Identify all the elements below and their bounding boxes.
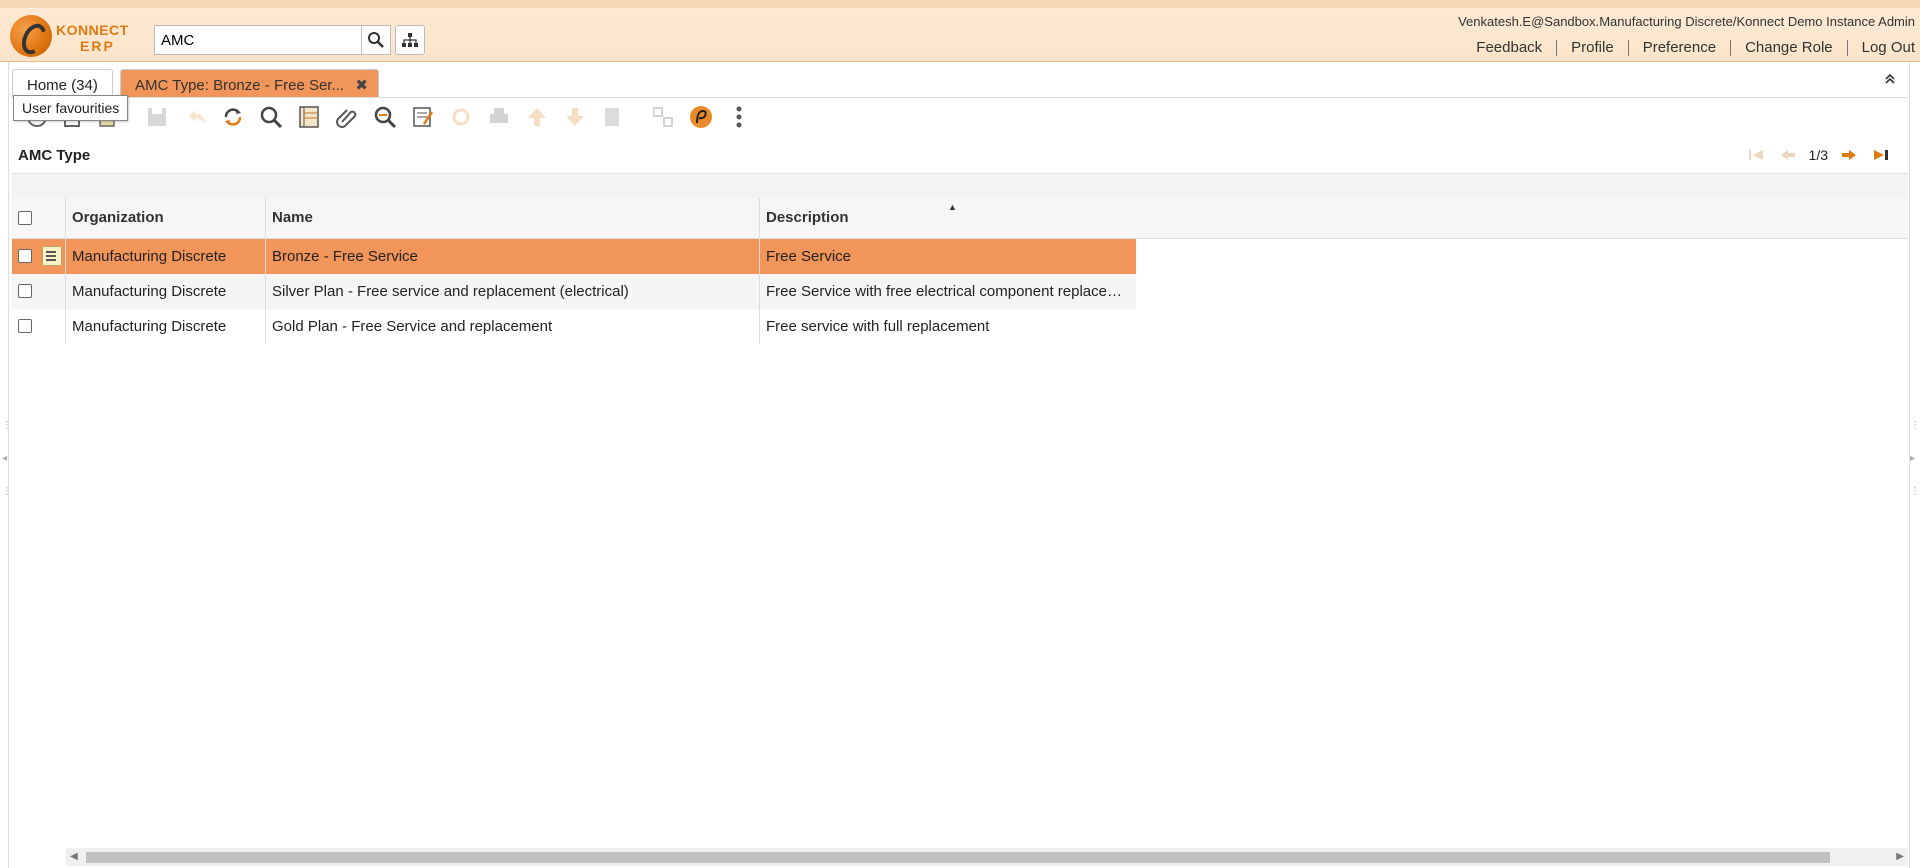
menu-tree-button[interactable]	[395, 25, 425, 55]
user-favourites-tooltip: User favourities	[13, 95, 129, 121]
tab-amc-type[interactable]: AMC Type: Bronze - Free Ser... ✖	[120, 69, 379, 97]
toolbar-save-icon[interactable]	[142, 102, 172, 132]
header-links: Feedback Profile Preference Change Role …	[1462, 40, 1915, 56]
toolbar-konnect-icon[interactable]	[686, 102, 716, 132]
left-border	[8, 62, 9, 868]
feedback-link[interactable]: Feedback	[1462, 40, 1556, 56]
window-tabbar: Home (34) AMC Type: Bronze - Free Ser...…	[12, 66, 1908, 98]
cell-organization: Manufacturing Discrete	[65, 239, 265, 274]
cell-name: Gold Plan - Free Service and replacement	[265, 309, 759, 344]
logout-link[interactable]: Log Out	[1846, 40, 1915, 56]
app-header: KONNECT ERP Venkatesh.E@Sandbox.Manufact…	[0, 0, 1920, 62]
cell-name: Silver Plan - Free service and replaceme…	[265, 274, 759, 309]
collapse-header-icon[interactable]	[1884, 72, 1896, 88]
scroll-right-icon[interactable]: ▶	[1896, 851, 1904, 862]
right-panel-handle[interactable]: ⋮ ▸ ⋮	[1910, 420, 1920, 520]
toolbar-zoom-icon[interactable]	[370, 102, 400, 132]
toolbar-grid-toggle-icon[interactable]	[294, 102, 324, 132]
search-icon	[368, 32, 384, 48]
table-row[interactable]: Manufacturing Discrete Silver Plan - Fre…	[12, 274, 1136, 309]
row-checkbox[interactable]	[18, 249, 32, 263]
toolbar-export-icon[interactable]	[598, 102, 628, 132]
preference-link[interactable]: Preference	[1627, 40, 1730, 56]
toolbar-previous-icon[interactable]	[522, 102, 552, 132]
table-row[interactable]: Manufacturing Discrete Bronze - Free Ser…	[12, 239, 1136, 274]
toolbar-report-icon[interactable]	[408, 102, 438, 132]
search-button[interactable]	[361, 25, 391, 55]
toolbar-more-icon[interactable]	[724, 102, 754, 132]
logo-text-line1: KONNECT	[56, 22, 129, 38]
window-toolbar	[12, 100, 1908, 134]
cell-organization: Manufacturing Discrete	[65, 309, 265, 344]
previous-record-icon[interactable]	[1777, 146, 1799, 164]
toolbar-find-icon[interactable]	[256, 102, 286, 132]
toolbar-undo-icon[interactable]	[182, 102, 212, 132]
tab-amc-type-label: AMC Type: Bronze - Free Ser...	[135, 77, 344, 94]
change-role-link[interactable]: Change Role	[1730, 40, 1847, 56]
panel-title: AMC Type	[18, 147, 91, 164]
table-row[interactable]: Manufacturing Discrete Gold Plan - Free …	[12, 309, 1136, 344]
grid-header: Organization Name Description ▲	[12, 198, 1908, 239]
logo-text-line2: ERP	[80, 38, 115, 54]
left-panel-handle[interactable]: ⋮ ◂ ⋮	[2, 420, 12, 520]
cell-description: Free service with full replacement	[759, 309, 1136, 344]
cell-description: Free Service	[759, 239, 1136, 274]
toolbar-print-icon[interactable]	[484, 102, 514, 132]
select-all-checkbox[interactable]	[18, 211, 32, 225]
column-header-organization[interactable]: Organization	[65, 198, 265, 238]
toolbar-next-icon[interactable]	[560, 102, 590, 132]
scroll-left-icon[interactable]: ◀	[70, 851, 78, 862]
global-search-input[interactable]	[154, 25, 362, 55]
next-record-icon[interactable]	[1838, 146, 1860, 164]
row-checkbox[interactable]	[18, 284, 32, 298]
profile-link[interactable]: Profile	[1556, 40, 1628, 56]
user-context-info: Venkatesh.E@Sandbox.Manufacturing Discre…	[1458, 14, 1915, 29]
scrollbar-thumb[interactable]	[86, 852, 1830, 863]
row-checkbox[interactable]	[18, 319, 32, 333]
grid-toolbar-strip	[12, 173, 1908, 198]
toolbar-process-icon[interactable]	[446, 102, 476, 132]
tab-home[interactable]: Home (34)	[12, 69, 113, 97]
first-record-icon[interactable]	[1745, 146, 1767, 164]
cell-name: Bronze - Free Service	[265, 239, 759, 274]
record-pager: 1/3	[1745, 146, 1892, 164]
column-header-name[interactable]: Name	[265, 198, 759, 238]
konnect-erp-logo[interactable]: KONNECT ERP	[10, 12, 140, 58]
horizontal-scrollbar[interactable]: ◀ ▶	[66, 848, 1908, 866]
edit-record-icon[interactable]	[42, 246, 62, 266]
record-count: 1/3	[1808, 147, 1828, 163]
last-record-icon[interactable]	[1870, 146, 1892, 164]
logo-icon	[10, 15, 52, 57]
cell-description: Free Service with free electrical compon…	[759, 274, 1136, 309]
toolbar-attachment-icon[interactable]	[332, 102, 362, 132]
cell-organization: Manufacturing Discrete	[65, 274, 265, 309]
close-icon[interactable]: ✖	[355, 76, 368, 94]
toolbar-workflow-icon[interactable]	[648, 102, 678, 132]
sitemap-icon	[402, 33, 418, 47]
toolbar-refresh-icon[interactable]	[218, 102, 248, 132]
sort-ascending-icon[interactable]: ▲	[948, 202, 957, 212]
